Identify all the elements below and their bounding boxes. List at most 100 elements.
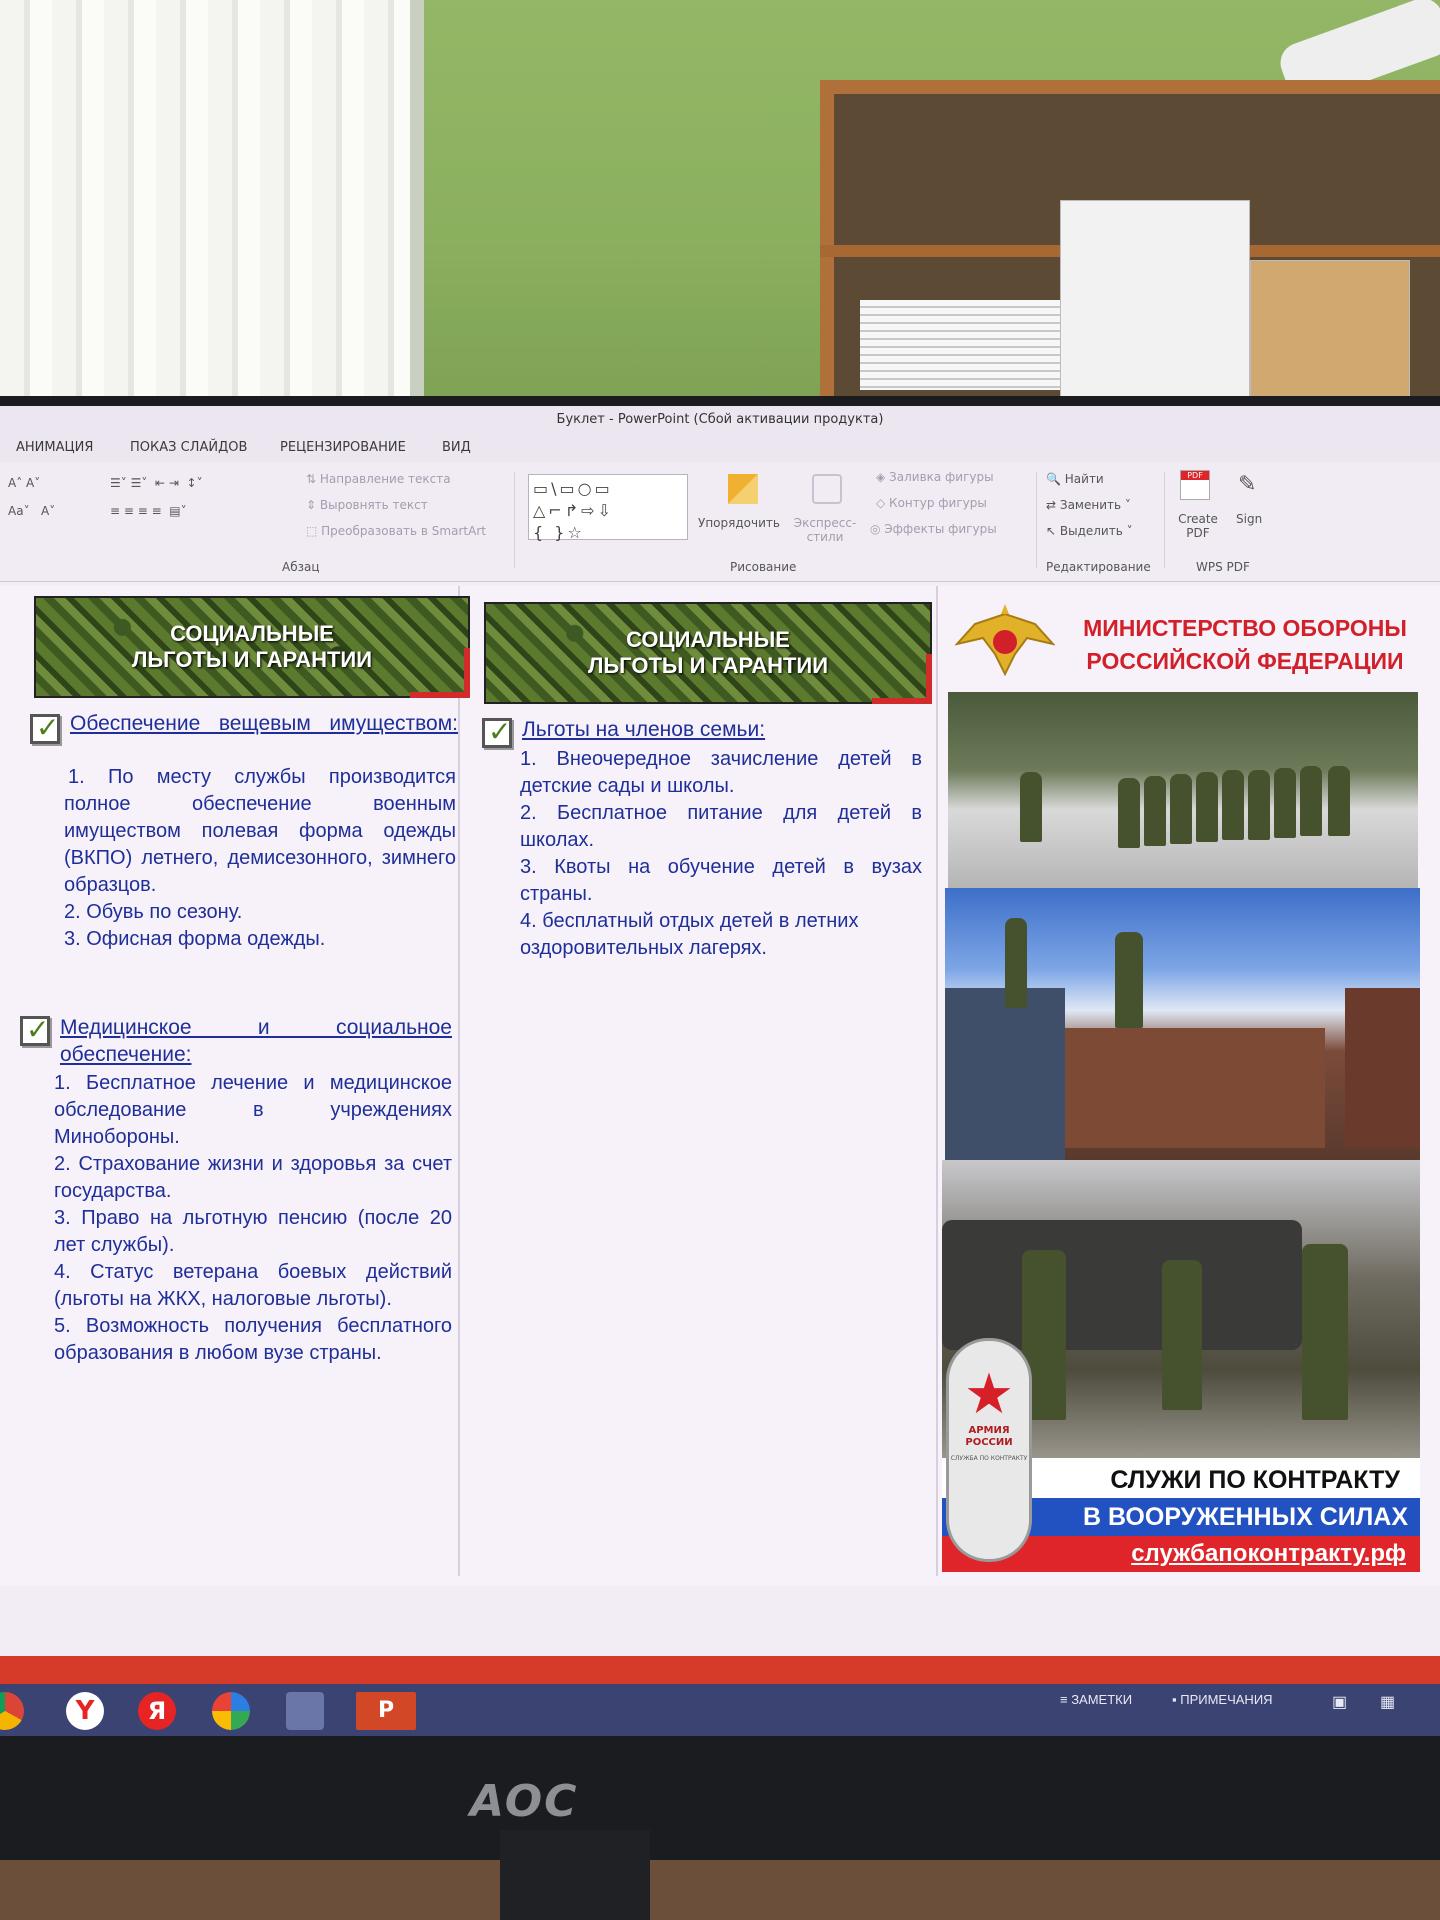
section-body-family: 1. Внеочередное зачисление детей в детск…	[520, 746, 922, 962]
list-item: 2. Обувь по сезону.	[64, 901, 243, 923]
list-item: 2. Бесплатное питание для детей в школах…	[520, 802, 922, 851]
banner-corner-accent	[410, 692, 470, 698]
list-item: 4. Статус ветерана боевых действий (льго…	[54, 1261, 452, 1310]
panel-divider	[458, 586, 460, 1576]
notes-button[interactable]: ≡ ЗАМЕТКИ	[1060, 1692, 1132, 1707]
shapes-gallery[interactable]: ▭\▭○▭ △⌐↱⇨⇩{ }☆	[528, 474, 688, 542]
shape-effects-button[interactable]: ◎ Эффекты фигуры	[870, 522, 997, 536]
section-heading-medical: Медицинское и социальное обеспечение:	[60, 1016, 452, 1066]
van	[942, 1220, 1302, 1350]
replace-button[interactable]: ⇄ Заменить ˅	[1046, 498, 1131, 512]
slide-area-bottom	[0, 1586, 1440, 1656]
shape-fill-button[interactable]: ◈ Заливка фигуры	[876, 470, 994, 484]
slide-sorter-icon[interactable]: ▦	[1380, 1692, 1395, 1712]
contract-website-link[interactable]: службапоконтракту.рф	[1131, 1540, 1406, 1568]
list-bullets-icon[interactable]: ☰˅ ☰˅ ⇤ ⇥ ↕˅	[110, 476, 203, 490]
quick-styles-icon	[812, 474, 842, 504]
list-item: 3. Офисная форма одежды.	[64, 928, 326, 950]
normal-view-icon[interactable]: ▣	[1332, 1692, 1347, 1712]
red-star-icon: ★	[963, 1362, 1015, 1427]
ribbon-separator	[1036, 472, 1037, 568]
browser-icon[interactable]	[212, 1692, 250, 1730]
powerpoint-taskbar-icon[interactable]: P	[356, 1692, 416, 1730]
tab-slideshow[interactable]: ПОКАЗ СЛАЙДОВ	[130, 440, 247, 455]
window-title: Буклет - PowerPoint (Сбой активации прод…	[0, 406, 1440, 432]
badge-label: АРМИЯ РОССИИ	[965, 1425, 1013, 1448]
align-text-button[interactable]: ⇕ Выровнять текст	[306, 498, 428, 512]
yandex-browser-icon[interactable]: Y	[66, 1692, 104, 1730]
desk	[0, 1860, 1440, 1920]
font-size-increase-icon[interactable]: A˄ A˅	[8, 476, 40, 490]
contract-slogan-line2: В ВООРУЖЕННЫХ СИЛАХ	[1083, 1503, 1408, 1531]
middle-banner: СОЦИАЛЬНЫЕ ЛЬГОТЫ И ГАРАНТИИ	[484, 602, 932, 704]
create-pdf-button[interactable]: Create PDF	[1176, 512, 1220, 540]
group-label-drawing: Рисование	[730, 560, 797, 574]
ministry-header: МИНИСТЕРСТВО ОБОРОНЫ РОССИЙСКОЙ ФЕДЕРАЦИ…	[945, 596, 1420, 686]
section-heading-family: Льготы на членов семьи:	[522, 718, 766, 741]
quick-styles-button[interactable]: Экспресс-стили	[790, 516, 860, 544]
arrange-icon	[728, 474, 758, 504]
slide-canvas[interactable]: СОЦИАЛЬНЫЕ ЛЬГОТЫ И ГАРАНТИИ Обеспечение…	[0, 586, 1440, 1586]
panel-divider	[936, 586, 938, 1576]
list-item: 3. Квоты на обучение детей в вузах стран…	[520, 856, 922, 905]
yandex-icon[interactable]: Я	[138, 1692, 176, 1730]
photo-soldiers-formation	[948, 692, 1418, 888]
left-banner-title: СОЦИАЛЬНЫЕ ЛЬГОТЫ И ГАРАНТИИ	[131, 621, 373, 672]
contract-slogan-line1: СЛУЖИ ПО КОНТРАКТУ	[1110, 1466, 1400, 1494]
banner-corner-accent	[926, 654, 932, 704]
app-icon[interactable]	[286, 1692, 324, 1730]
ministry-title: МИНИСТЕРСТВО ОБОРОНЫ РОССИЙСКОЙ ФЕДЕРАЦИ…	[1083, 615, 1407, 674]
tab-view[interactable]: ВИД	[442, 440, 471, 455]
section-heading-clothing: Обеспечение вещевым имуществом:	[70, 712, 458, 735]
sign-button[interactable]: Sign	[1236, 512, 1262, 526]
list-item: 1. Внеочередное зачисление детей в детск…	[520, 748, 922, 797]
create-pdf-icon: PDF	[1180, 470, 1210, 500]
soldier-figure	[1248, 770, 1270, 840]
monitor-stand	[500, 1830, 650, 1920]
checkbox-icon	[30, 711, 60, 744]
soldier-figure	[1144, 776, 1166, 846]
align-buttons-icon[interactable]: ≡ ≡ ≡ ≡ ▤˅	[110, 504, 187, 518]
soldier-figure	[1328, 766, 1350, 836]
chrome-icon[interactable]	[0, 1692, 24, 1730]
army-russia-badge: ★ АРМИЯ РОССИИ СЛУЖБА ПО КОНТРАКТУ	[946, 1338, 1032, 1562]
status-bar	[0, 1656, 1440, 1684]
shape-outline-button[interactable]: ◇ Контур фигуры	[876, 496, 987, 510]
truck-side	[1345, 988, 1420, 1148]
soldier-figure	[1118, 778, 1140, 848]
soldier-figure	[1222, 770, 1244, 840]
contract-banner: СЛУЖИ ПО КОНТРАКТУ В ВООРУЖЕННЫХ СИЛАХ с…	[942, 1338, 1420, 1572]
sign-pen-icon: ✎	[1238, 472, 1257, 497]
room-background	[0, 0, 1440, 400]
cardboard-box	[1250, 260, 1410, 400]
list-item: 4. бесплатный отдых детей в летних оздор…	[520, 910, 859, 959]
checkbox-icon	[482, 715, 512, 748]
soldier-figure	[1170, 774, 1192, 844]
arrange-button[interactable]: Упорядочить	[698, 516, 780, 530]
list-item: 2. Страхование жизни и здоровья за счет …	[54, 1153, 452, 1202]
left-banner: СОЦИАЛЬНЫЕ ЛЬГОТЫ И ГАРАНТИИ	[34, 596, 470, 698]
group-label-paragraph: Абзац	[282, 560, 320, 574]
tab-animation[interactable]: АНИМАЦИЯ	[16, 440, 93, 455]
soldier-figure	[1300, 766, 1322, 836]
soldier-figure	[1162, 1260, 1202, 1410]
convert-smartart-button[interactable]: ⬚ Преобразовать в SmartArt	[306, 524, 486, 538]
font-case-icon[interactable]: Aa˅ A˅	[8, 504, 55, 518]
find-button[interactable]: 🔍 Найти	[1046, 472, 1104, 486]
soldier-figure	[1274, 768, 1296, 838]
ribbon-tabs: АНИМАЦИЯ ПОКАЗ СЛАЙДОВ РЕЦЕНЗИРОВАНИЕ ВИ…	[0, 432, 1440, 462]
screen: Буклет - PowerPoint (Сбой активации прод…	[0, 406, 1440, 1736]
section-body-medical: 1. Бесплатное лечение и медицинское обсл…	[54, 1070, 452, 1367]
paper-stack	[860, 300, 1060, 390]
group-label-wps-pdf: WPS PDF	[1196, 560, 1250, 574]
soldier-figure	[1196, 772, 1218, 842]
select-button[interactable]: ↖ Выделить ˅	[1046, 524, 1133, 538]
photo-truck-loading	[945, 888, 1420, 1160]
comments-button[interactable]: ▪ ПРИМЕЧАНИЯ	[1172, 1692, 1273, 1707]
pdf-tag-icon: PDF	[1181, 471, 1209, 480]
list-item: 5. Возможность получения бесплатного обр…	[54, 1315, 452, 1364]
tab-review[interactable]: РЕЦЕНЗИРОВАНИЕ	[280, 440, 406, 455]
list-item: 1. По месту службы производится полное о…	[64, 766, 456, 896]
text-direction-button[interactable]: ⇅ Направление текста	[306, 472, 451, 486]
white-box	[1060, 200, 1250, 400]
